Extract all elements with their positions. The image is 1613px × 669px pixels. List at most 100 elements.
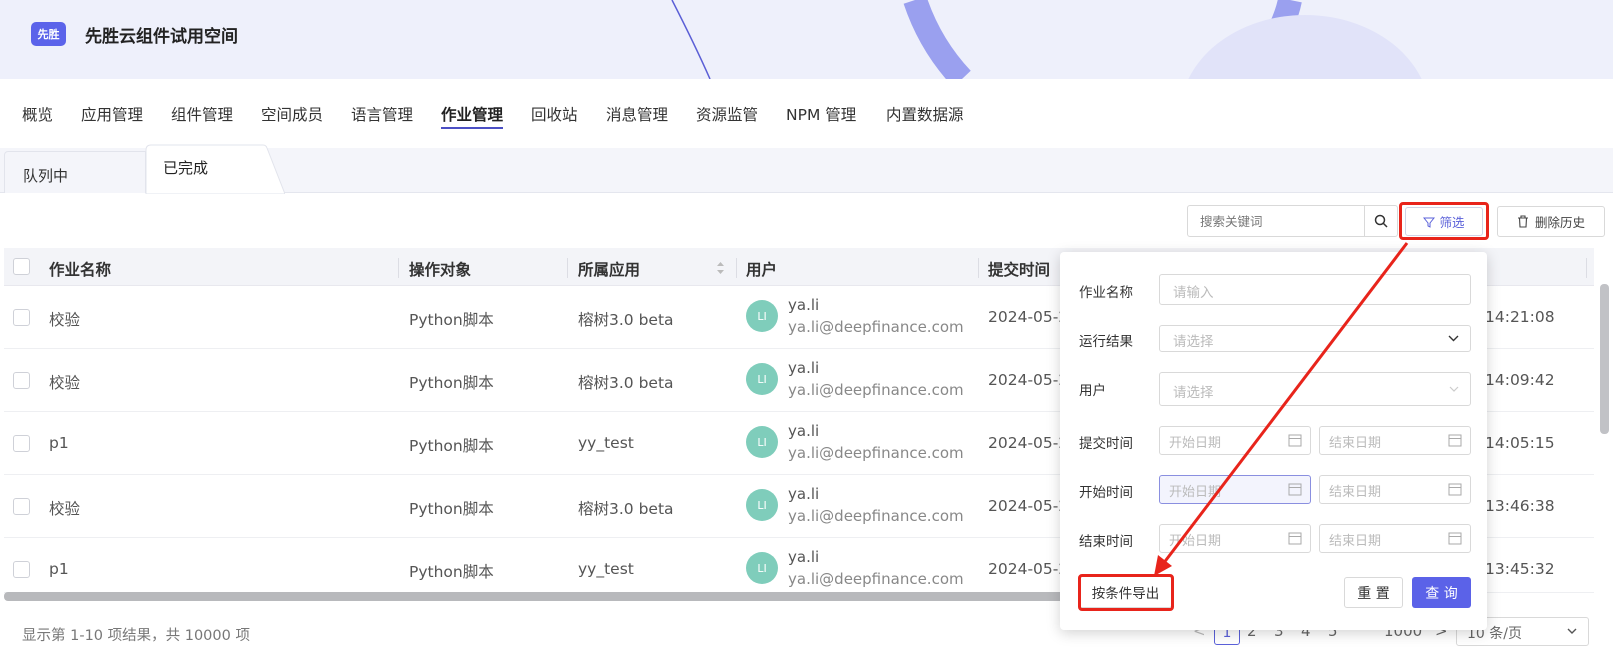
- header-banner: 先胜 先胜云组件试用空间: [0, 0, 1613, 79]
- chevron-down-icon: [1449, 386, 1459, 392]
- result-filter-select[interactable]: 请选择: [1159, 325, 1471, 352]
- job-name: 校验: [49, 311, 81, 329]
- row-checkbox[interactable]: [13, 372, 30, 389]
- job-target: Python脚本: [409, 563, 494, 581]
- avatar: LI: [746, 426, 778, 458]
- nav-item-overview[interactable]: 概览: [22, 103, 53, 125]
- user-email: ya.li@deepfinance.com: [788, 570, 964, 588]
- search-icon: [1374, 214, 1388, 228]
- submit-date: 2024-05-2: [988, 497, 1069, 515]
- nav-item-members[interactable]: 空间成员: [261, 103, 323, 125]
- result-filter-label: 运行结果: [1079, 334, 1133, 350]
- tab-done-label: 已完成: [163, 159, 209, 177]
- nav-item-apps[interactable]: 应用管理: [81, 103, 143, 125]
- end-time-start-placeholder: 开始日期: [1169, 534, 1222, 549]
- calendar-icon: [1288, 434, 1302, 447]
- job-name-filter-label: 作业名称: [1079, 285, 1133, 301]
- submit-time-filter-label: 提交时间: [1079, 436, 1133, 452]
- col-divider: [398, 258, 399, 278]
- vertical-scrollbar[interactable]: [1600, 284, 1609, 434]
- submit-end-date[interactable]: 结束日期: [1319, 426, 1471, 455]
- query-button[interactable]: 查 询: [1412, 577, 1471, 608]
- start-time-end-placeholder: 结束日期: [1329, 485, 1382, 500]
- user-name: ya.li: [788, 485, 820, 503]
- nav-item-resource-monitor[interactable]: 资源监管: [696, 103, 758, 125]
- row-checkbox[interactable]: [13, 561, 30, 578]
- job-name: p1: [49, 434, 69, 452]
- submit-time: 14:21:08: [1485, 308, 1555, 326]
- reset-label: 重 置: [1357, 585, 1390, 602]
- tab-queued[interactable]: 队列中: [4, 151, 146, 193]
- job-app: yy_test: [578, 434, 634, 452]
- job-target: Python脚本: [409, 500, 494, 518]
- submit-start-placeholder: 开始日期: [1169, 436, 1222, 451]
- tab-bar: 队列中 已完成: [0, 144, 1613, 194]
- nav-item-builtin-datasource[interactable]: 内置数据源: [886, 103, 964, 125]
- start-time-start-placeholder: 开始日期: [1169, 485, 1222, 500]
- row-checkbox[interactable]: [13, 309, 30, 326]
- end-time-filter-label: 结束时间: [1079, 534, 1133, 550]
- col-divider: [1586, 258, 1587, 278]
- start-time-filter-label: 开始时间: [1079, 485, 1133, 501]
- trash-icon: [1517, 215, 1528, 228]
- col-target: 操作对象: [409, 261, 472, 279]
- chevron-down-icon: [1567, 628, 1577, 634]
- end-time-start-date[interactable]: 开始日期: [1159, 524, 1311, 553]
- calendar-icon: [1448, 434, 1462, 447]
- avatar: LI: [746, 552, 778, 584]
- submit-time: 14:09:42: [1485, 371, 1555, 389]
- search-button[interactable]: [1364, 206, 1397, 236]
- end-time-end-date[interactable]: 结束日期: [1319, 524, 1471, 553]
- submit-start-date[interactable]: 开始日期: [1159, 426, 1311, 455]
- submit-end-placeholder: 结束日期: [1329, 436, 1382, 451]
- user-name: ya.li: [788, 422, 820, 440]
- sort-icon[interactable]: [716, 261, 725, 275]
- user-filter-select[interactable]: 请选择: [1159, 372, 1471, 406]
- submit-time: 13:46:38: [1485, 497, 1555, 515]
- job-app: yy_test: [578, 560, 634, 578]
- row-checkbox[interactable]: [13, 435, 30, 452]
- user-name: ya.li: [788, 548, 820, 566]
- submit-date: 2024-05-2: [988, 560, 1069, 578]
- result-filter-placeholder: 请选择: [1173, 334, 1214, 350]
- avatar: LI: [746, 489, 778, 521]
- delete-history-button[interactable]: 删除历史: [1497, 206, 1605, 237]
- job-name-filter-placeholder: 请输入: [1173, 285, 1214, 301]
- user-email: ya.li@deepfinance.com: [788, 381, 964, 399]
- result-summary: 显示第 1-10 项结果，共 10000 项: [22, 628, 250, 644]
- user-email: ya.li@deepfinance.com: [788, 444, 964, 462]
- col-submit-time: 提交时间: [988, 261, 1051, 279]
- nav-item-npm[interactable]: NPM 管理: [786, 103, 856, 125]
- workspace-title: 先胜云组件试用空间: [85, 27, 238, 47]
- horizontal-scrollbar[interactable]: [4, 592, 1074, 601]
- filter-panel: 作业名称 请输入 运行结果 请选择 用户 请选择 提交时间 开始日期 结束日期 …: [1060, 252, 1487, 630]
- job-target: Python脚本: [409, 311, 494, 329]
- reset-button[interactable]: 重 置: [1344, 577, 1403, 608]
- job-name-filter-input[interactable]: 请输入: [1159, 274, 1471, 305]
- brand-logo: 先胜: [31, 22, 66, 46]
- main-nav: 概览 应用管理 组件管理 空间成员 语言管理 作业管理 回收站 消息管理 资源监…: [0, 79, 1613, 149]
- submit-time: 13:45:32: [1485, 560, 1555, 578]
- tab-queued-label: 队列中: [23, 167, 69, 185]
- nav-item-jobs[interactable]: 作业管理: [441, 103, 504, 129]
- row-checkbox[interactable]: [13, 498, 30, 515]
- select-all-checkbox[interactable]: [13, 258, 30, 275]
- job-app: 榕树3.0 beta: [578, 374, 674, 392]
- banner-decoration: [671, 0, 1422, 79]
- nav-item-recycle-bin[interactable]: 回收站: [531, 103, 578, 125]
- job-app: 榕树3.0 beta: [578, 311, 674, 329]
- nav-item-messages[interactable]: 消息管理: [606, 103, 668, 125]
- start-time-end-date[interactable]: 结束日期: [1319, 475, 1471, 504]
- filter-highlight-box: [1399, 202, 1489, 240]
- submit-date: 2024-05-2: [988, 434, 1069, 452]
- job-name: p1: [49, 560, 69, 578]
- avatar: LI: [746, 300, 778, 332]
- submit-date: 2024-05-2: [988, 308, 1069, 326]
- nav-item-languages[interactable]: 语言管理: [351, 103, 413, 125]
- search-input[interactable]: [1188, 206, 1365, 236]
- start-time-start-date[interactable]: 开始日期: [1159, 475, 1311, 504]
- user-name: ya.li: [788, 296, 820, 314]
- nav-item-components[interactable]: 组件管理: [171, 103, 233, 125]
- col-app[interactable]: 所属应用: [578, 258, 640, 280]
- job-name: 校验: [49, 500, 81, 518]
